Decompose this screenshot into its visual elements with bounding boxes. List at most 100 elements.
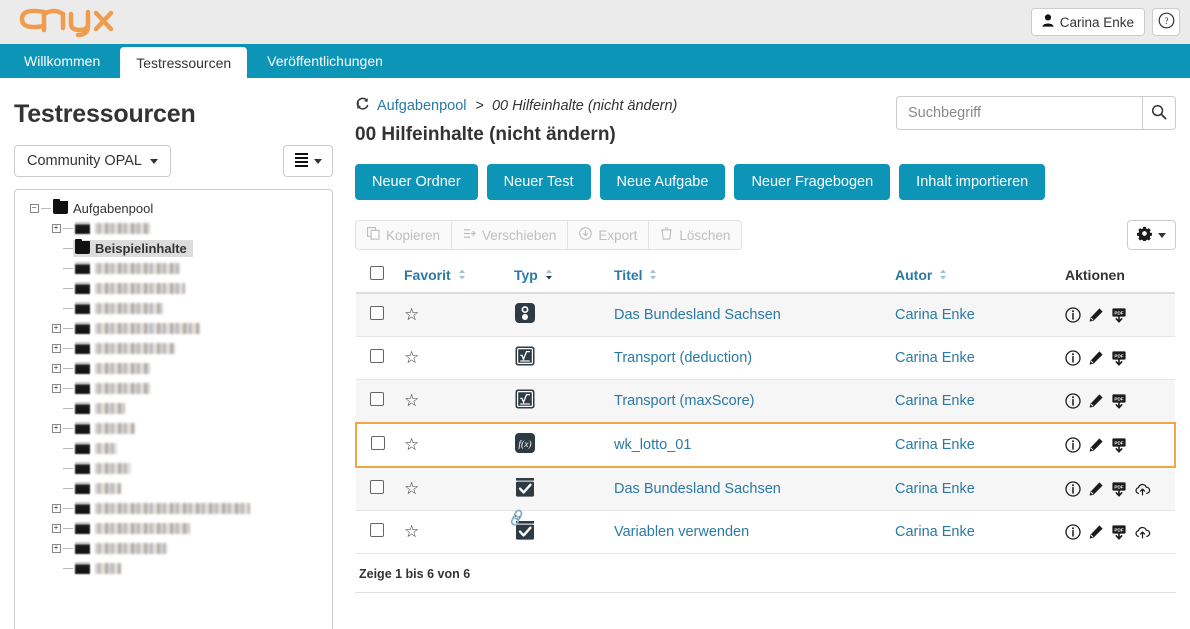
info-icon[interactable] — [1065, 481, 1081, 497]
row-checkbox[interactable] — [371, 436, 385, 450]
author-link[interactable]: Carina Enke — [895, 481, 975, 497]
tree-item[interactable] — [21, 298, 326, 318]
author-link[interactable]: Carina Enke — [895, 393, 975, 409]
tree-expand-icon[interactable]: + — [49, 364, 63, 373]
info-icon[interactable] — [1065, 437, 1081, 453]
tree-item[interactable] — [21, 398, 326, 418]
favorite-star-icon[interactable]: ☆ — [404, 348, 419, 367]
edit-icon[interactable] — [1088, 393, 1104, 409]
tree-item[interactable]: + — [21, 418, 326, 438]
favorite-star-icon[interactable]: ☆ — [404, 305, 419, 324]
new-questionnaire-button[interactable]: Neuer Fragebogen — [734, 164, 890, 200]
info-icon[interactable] — [1065, 350, 1081, 366]
tree-item[interactable]: −Aufgabenpool — [21, 198, 326, 218]
tree-expand-icon[interactable]: + — [49, 224, 63, 233]
help-button[interactable]: ? — [1152, 8, 1180, 36]
info-icon[interactable] — [1065, 307, 1081, 323]
info-icon[interactable] — [1065, 393, 1081, 409]
table-row[interactable]: ☆ Transport (maxScore) Carina Enke PDF — [356, 380, 1175, 424]
new-folder-button[interactable]: Neuer Ordner — [355, 164, 478, 200]
table-row[interactable]: ☆ Das Bundesland Sachsen Carina Enke PDF — [356, 293, 1175, 337]
info-icon[interactable] — [1065, 524, 1081, 540]
breadcrumb-root-link[interactable]: Aufgabenpool — [377, 98, 467, 114]
import-content-button[interactable]: Inhalt importieren — [899, 164, 1045, 200]
pdf-download-icon[interactable]: PDF — [1111, 481, 1127, 497]
resource-title-link[interactable]: Das Bundesland Sachsen — [614, 481, 781, 497]
favorite-star-icon[interactable]: ☆ — [404, 479, 419, 498]
pdf-download-icon[interactable]: PDF — [1111, 437, 1127, 453]
view-mode-button[interactable] — [283, 145, 333, 177]
new-task-button[interactable]: Neue Aufgabe — [600, 164, 726, 200]
cloud-upload-icon[interactable] — [1134, 524, 1151, 540]
tab-veroeffentlichungen[interactable]: Veröffentlichungen — [253, 44, 397, 78]
search-input[interactable] — [896, 96, 1142, 130]
table-settings-button[interactable] — [1127, 220, 1176, 250]
author-link[interactable]: Carina Enke — [895, 437, 975, 453]
table-row[interactable]: ☆ Das Bundesland Sachsen Carina Enke PDF — [356, 467, 1175, 511]
edit-icon[interactable] — [1088, 350, 1104, 366]
tree-item[interactable]: + — [21, 498, 326, 518]
tree-item[interactable] — [21, 458, 326, 478]
pdf-download-icon[interactable]: PDF — [1111, 393, 1127, 409]
pdf-download-icon[interactable]: PDF — [1111, 307, 1127, 323]
tree-item[interactable] — [21, 438, 326, 458]
tree-item[interactable] — [21, 278, 326, 298]
tree-item[interactable] — [21, 478, 326, 498]
pdf-download-icon[interactable]: PDF — [1111, 524, 1127, 540]
favorite-star-icon[interactable]: ☆ — [404, 391, 419, 410]
col-titel[interactable]: Titel — [614, 258, 895, 293]
tree-item[interactable]: + — [21, 538, 326, 558]
refresh-icon[interactable] — [355, 96, 370, 115]
onyx-logo[interactable] — [14, 4, 114, 41]
tree-item[interactable]: + — [21, 218, 326, 238]
tree-expand-icon[interactable]: + — [49, 324, 63, 333]
tree-expand-icon[interactable]: + — [49, 384, 63, 393]
author-link[interactable]: Carina Enke — [895, 524, 975, 540]
edit-icon[interactable] — [1088, 524, 1104, 540]
favorite-star-icon[interactable]: ☆ — [404, 435, 419, 454]
tree-expand-icon[interactable]: + — [49, 544, 63, 553]
scope-dropdown[interactable]: Community OPAL — [14, 145, 171, 177]
tab-willkommen[interactable]: Willkommen — [10, 44, 114, 78]
resource-title-link[interactable]: wk_lotto_01 — [614, 437, 691, 453]
col-typ[interactable]: Typ — [514, 258, 614, 293]
tree-item[interactable] — [21, 558, 326, 578]
tree-item[interactable]: + — [21, 378, 326, 398]
col-favorit[interactable]: Favorit — [404, 258, 514, 293]
resource-title-link[interactable]: Variablen verwenden — [614, 524, 749, 540]
table-row[interactable]: ☆ Transport (deduction) Carina Enke PDF — [356, 337, 1175, 380]
tree-item[interactable] — [21, 258, 326, 278]
tree-item[interactable]: + — [21, 338, 326, 358]
tree-expand-icon[interactable]: + — [49, 524, 63, 533]
edit-icon[interactable] — [1088, 481, 1104, 497]
resource-tree[interactable]: −Aufgabenpool + Beispielinhalte + + + + + + + + — [14, 189, 333, 629]
row-checkbox[interactable] — [370, 349, 384, 363]
table-row[interactable]: ☆🔗Variablen verwendenCarina EnkePDF — [356, 511, 1175, 554]
author-link[interactable]: Carina Enke — [895, 350, 975, 366]
tree-item[interactable]: + — [21, 318, 326, 338]
tree-item[interactable]: + — [21, 358, 326, 378]
search-button[interactable] — [1142, 96, 1176, 130]
tree-expand-icon[interactable]: + — [49, 424, 63, 433]
author-link[interactable]: Carina Enke — [895, 307, 975, 323]
tree-collapse-icon[interactable]: − — [27, 204, 41, 213]
tree-expand-icon[interactable]: + — [49, 344, 63, 353]
select-all-checkbox[interactable] — [370, 266, 384, 280]
favorite-star-icon[interactable]: ☆ — [404, 522, 419, 541]
table-row[interactable]: ☆f(x)wk_lotto_01Carina EnkePDF — [356, 423, 1175, 467]
row-checkbox[interactable] — [370, 480, 384, 494]
tree-expand-icon[interactable]: + — [49, 504, 63, 513]
resource-title-link[interactable]: Das Bundesland Sachsen — [614, 307, 781, 323]
row-checkbox[interactable] — [370, 392, 384, 406]
resource-title-link[interactable]: Transport (deduction) — [614, 350, 752, 366]
row-checkbox[interactable] — [370, 306, 384, 320]
row-checkbox[interactable] — [370, 523, 384, 537]
tree-item-selected[interactable]: Beispielinhalte — [21, 238, 326, 258]
edit-icon[interactable] — [1088, 437, 1104, 453]
tree-item[interactable]: + — [21, 518, 326, 538]
cloud-upload-icon[interactable] — [1134, 481, 1151, 497]
resource-title-link[interactable]: Transport (maxScore) — [614, 393, 754, 409]
tab-testressourcen[interactable]: Testressourcen — [120, 47, 247, 78]
col-autor[interactable]: Autor — [895, 258, 1065, 293]
pdf-download-icon[interactable]: PDF — [1111, 350, 1127, 366]
